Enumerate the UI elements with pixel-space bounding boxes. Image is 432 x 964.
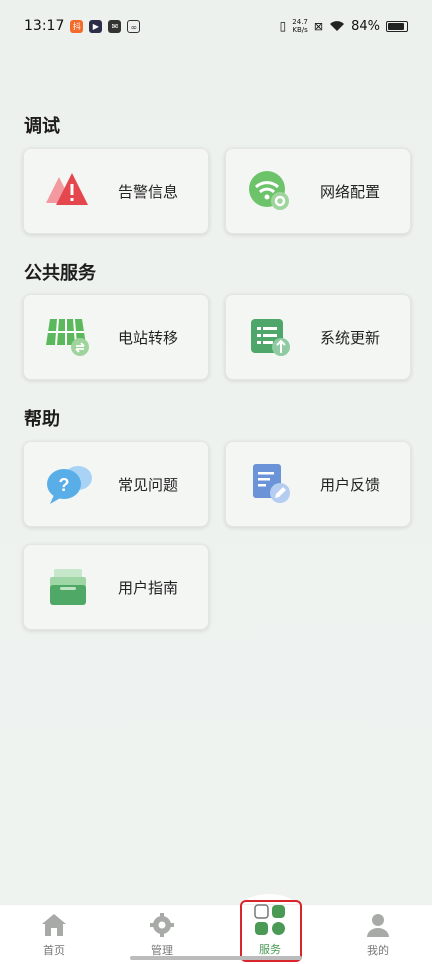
- solar-panel-transfer-icon: [42, 310, 96, 364]
- sim-icon: ⊠: [313, 19, 324, 33]
- status-left: 13:17 抖 ▶ ✉ ∞: [24, 18, 141, 34]
- play-notification-icon: ▶: [89, 19, 103, 33]
- question-chat-icon: ?: [42, 457, 96, 511]
- status-right: ▯ 24.7 KB/s ⊠ 84%: [280, 18, 408, 34]
- feedback-edit-icon: [244, 457, 298, 511]
- section-title-help: 帮助: [24, 409, 60, 430]
- system-update-label: 系统更新: [320, 328, 381, 347]
- nav-mine-label: 我的: [367, 943, 389, 957]
- battery-icon: [386, 20, 408, 32]
- user-guide-label: 用户指南: [118, 578, 179, 597]
- nav-home-label: 首页: [43, 943, 65, 957]
- nav-mine[interactable]: 我的: [338, 912, 418, 958]
- user-guide-card[interactable]: 用户指南: [23, 544, 209, 630]
- highlight-box: [240, 900, 302, 962]
- app-notification-icon: 抖: [70, 19, 84, 33]
- status-time: 13:17: [24, 18, 65, 34]
- faq-label: 常见问题: [118, 475, 179, 494]
- nav-manage[interactable]: 管理: [122, 912, 202, 958]
- system-update-icon: [244, 310, 298, 364]
- network-speed: 24.7 KB/s: [292, 18, 308, 34]
- battery-percent: 84%: [351, 18, 380, 34]
- svg-text:?: ?: [59, 475, 70, 495]
- home-icon: [42, 913, 66, 936]
- feedback-label: 用户反馈: [320, 475, 381, 494]
- alarm-label: 告警信息: [118, 182, 179, 201]
- home-indicator: [130, 956, 302, 960]
- nav-home[interactable]: 首页: [14, 912, 94, 958]
- guide-folder-icon: [42, 560, 96, 614]
- link-notification-icon: ∞: [127, 19, 141, 33]
- station-transfer-label: 电站转移: [118, 328, 179, 347]
- faq-card[interactable]: ? 常见问题: [23, 441, 209, 527]
- wifi-settings-icon: [244, 164, 298, 218]
- section-title-debug: 调试: [24, 116, 60, 137]
- user-icon: [367, 913, 389, 937]
- wifi-icon: [330, 21, 345, 31]
- section-title-public-service: 公共服务: [24, 263, 96, 284]
- station-transfer-card[interactable]: 电站转移: [23, 294, 209, 380]
- system-update-card[interactable]: 系统更新: [225, 294, 411, 380]
- feedback-card[interactable]: 用户反馈: [225, 441, 411, 527]
- gear-icon: [150, 912, 174, 937]
- mail-notification-icon: ✉: [108, 19, 122, 33]
- network-config-card[interactable]: 网络配置: [225, 148, 411, 234]
- bottom-nav: 首页 管理 服务 我的: [0, 903, 432, 964]
- vibrate-icon: ▯: [279, 19, 287, 33]
- status-bar: 13:17 抖 ▶ ✉ ∞ ▯ 24.7 KB/s ⊠ 84%: [0, 0, 432, 52]
- alarm-card[interactable]: 告警信息: [23, 148, 209, 234]
- alarm-icon: [42, 164, 96, 218]
- network-config-label: 网络配置: [320, 182, 381, 201]
